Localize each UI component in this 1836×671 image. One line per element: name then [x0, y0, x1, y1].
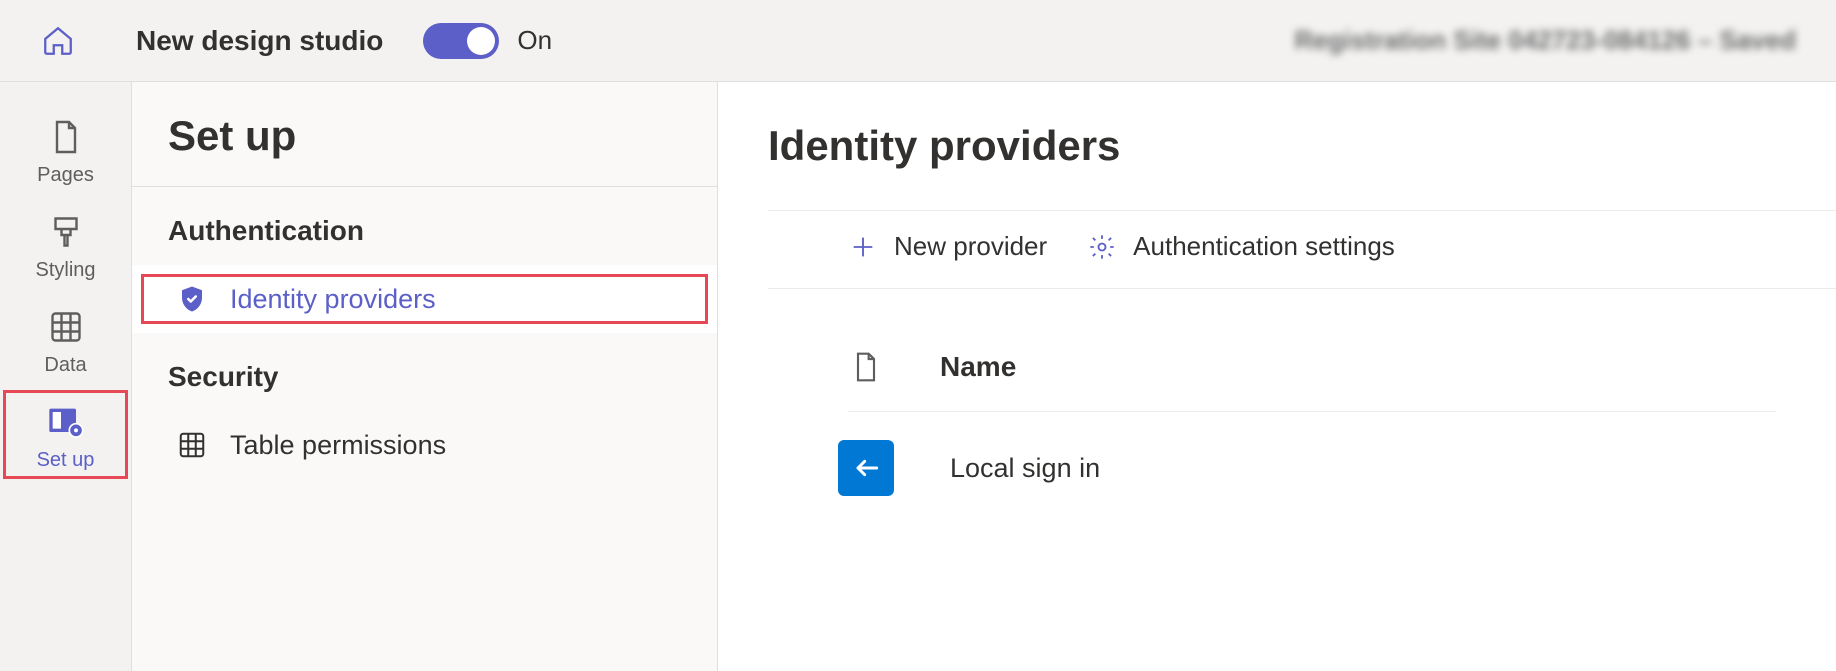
cmd-label: New provider — [894, 231, 1047, 262]
page-title: Identity providers — [768, 122, 1836, 170]
auth-settings-button[interactable]: Authentication settings — [1087, 231, 1395, 262]
rail-label: Data — [44, 354, 86, 377]
rail-item-pages[interactable]: Pages — [0, 102, 131, 197]
rail-label: Pages — [37, 164, 94, 187]
studio-toggle-label: On — [517, 25, 552, 56]
rail-item-data[interactable]: Data — [0, 292, 131, 387]
shield-check-icon — [176, 283, 208, 315]
document-icon — [848, 349, 884, 385]
section-security: Security — [132, 333, 717, 411]
gear-icon — [1087, 232, 1117, 262]
table-row[interactable]: Local sign in — [848, 412, 1776, 524]
cmd-label: Authentication settings — [1133, 231, 1395, 262]
section-authentication: Authentication — [132, 187, 717, 265]
local-signin-icon — [838, 440, 894, 496]
studio-toggle[interactable] — [423, 23, 499, 59]
brush-icon — [45, 211, 87, 253]
table-icon — [176, 429, 208, 461]
sidebar-item-table-permissions[interactable]: Table permissions — [132, 411, 717, 479]
row-name: Local sign in — [950, 453, 1100, 484]
studio-title: New design studio — [136, 25, 383, 57]
setup-icon — [45, 401, 87, 443]
studio-toggle-wrap: On — [423, 23, 552, 59]
rail-label: Styling — [35, 259, 95, 282]
rail-label: Set up — [37, 449, 95, 472]
left-rail: Pages Styling Data Set up — [0, 82, 132, 671]
site-name: Registration Site 042723-084126 – Saved — [1294, 25, 1796, 56]
new-provider-button[interactable]: New provider — [848, 231, 1047, 262]
grid-icon — [45, 306, 87, 348]
sidebar-item-identity-providers[interactable]: Identity providers — [132, 265, 717, 333]
main-area: Identity providers New provider Authenti… — [718, 82, 1836, 671]
rail-item-styling[interactable]: Styling — [0, 197, 131, 292]
table-header-row: Name — [848, 349, 1776, 412]
home-icon[interactable] — [40, 23, 76, 59]
side-panel: Set up Authentication Identity providers… — [132, 82, 718, 671]
column-header-name[interactable]: Name — [940, 351, 1016, 383]
sidebar-item-label: Identity providers — [230, 284, 436, 315]
top-bar: New design studio On Registration Site 0… — [0, 0, 1836, 82]
sidebar-item-label: Table permissions — [230, 430, 446, 461]
page-icon — [45, 116, 87, 158]
side-panel-title: Set up — [132, 112, 717, 187]
rail-item-setup[interactable]: Set up — [0, 387, 131, 482]
plus-icon — [848, 232, 878, 262]
providers-table: Name Local sign in — [768, 289, 1836, 524]
command-bar: New provider Authentication settings — [768, 210, 1836, 289]
